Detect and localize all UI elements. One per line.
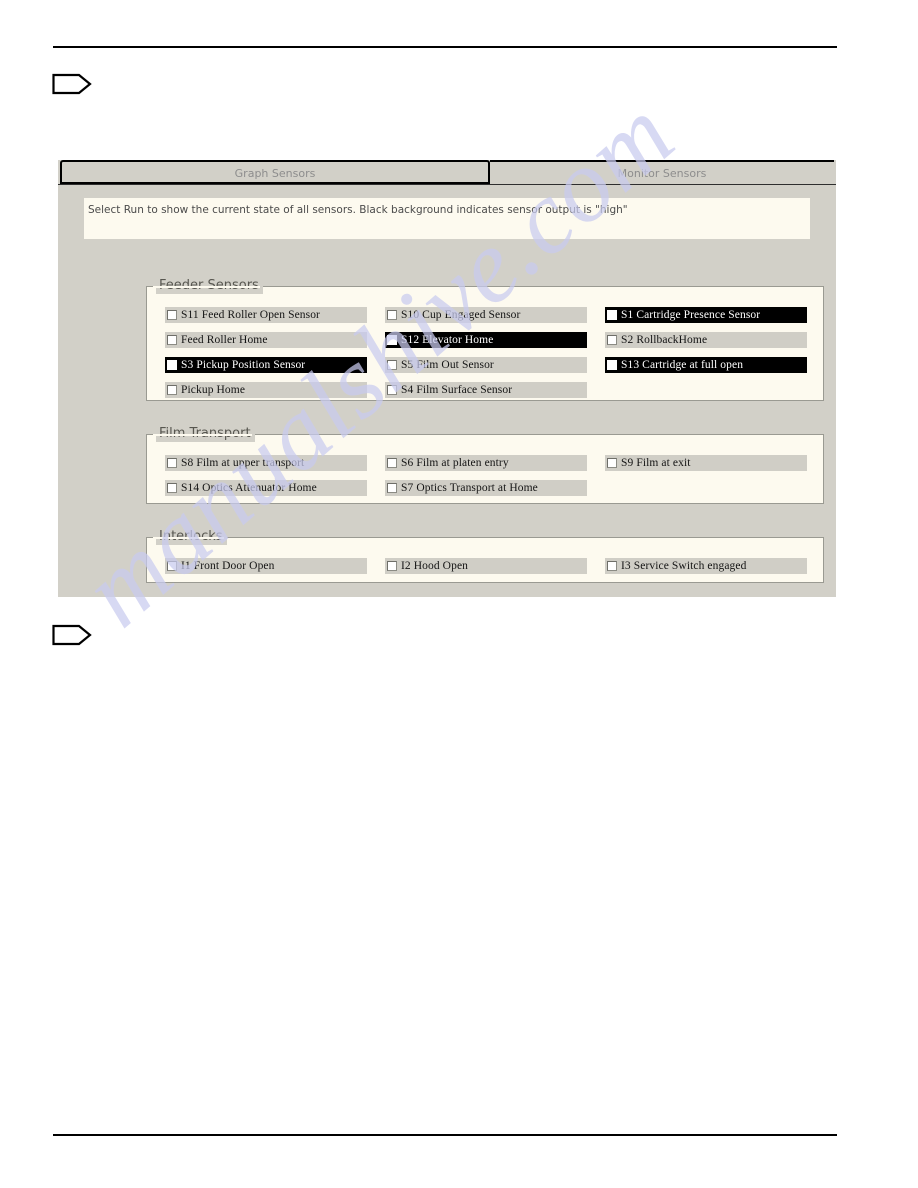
checkbox-icon[interactable]: [387, 385, 397, 395]
tab-graph-sensors[interactable]: Graph Sensors: [60, 160, 490, 184]
sensor-label: S2 RollbackHome: [621, 334, 708, 346]
checkbox-icon[interactable]: [167, 385, 177, 395]
callout-arrow-top: [52, 73, 92, 95]
page-rule-top: [53, 46, 837, 48]
sensor-row[interactable]: S2 RollbackHome: [605, 332, 807, 348]
sensor-row[interactable]: S1 Cartridge Presence Sensor: [605, 307, 807, 323]
sensor-label: S8 Film at upper transport: [181, 457, 305, 469]
sensor-label: Pickup Home: [181, 384, 246, 396]
checkbox-icon[interactable]: [387, 458, 397, 468]
sensor-label: Feed Roller Home: [181, 334, 268, 346]
sensor-row[interactable]: S8 Film at upper transport: [165, 455, 367, 471]
page-rule-bottom: [53, 1134, 837, 1136]
sensor-label: S7 Optics Transport at Home: [401, 482, 538, 494]
sensor-label: S1 Cartridge Presence Sensor: [621, 309, 761, 321]
checkbox-icon[interactable]: [607, 561, 617, 571]
checkbox-icon[interactable]: [387, 360, 397, 370]
group-interlocks: Interlocks I1 Front Door OpenI2 Hood Ope…: [146, 529, 824, 583]
group-legend-mask: [153, 537, 224, 539]
sensor-row[interactable]: I2 Hood Open: [385, 558, 587, 574]
sensor-label: S12 Elevator Home: [401, 334, 494, 346]
tab-strip: Graph Sensors Monitor Sensors: [58, 160, 836, 184]
checkbox-icon[interactable]: [167, 335, 177, 345]
sensor-label: S11 Feed Roller Open Sensor: [181, 309, 320, 321]
group-feeder-sensors: Feeder Sensors S11 Feed Roller Open Sens…: [146, 278, 824, 401]
sensor-row[interactable]: S13 Cartridge at full open: [605, 357, 807, 373]
dialog-body: Select Run to show the current state of …: [58, 184, 836, 597]
sensor-label: S3 Pickup Position Sensor: [181, 359, 306, 371]
checkbox-icon[interactable]: [387, 310, 397, 320]
checkbox-icon[interactable]: [607, 458, 617, 468]
sensor-label: S6 Film at platen entry: [401, 457, 509, 469]
checkbox-icon[interactable]: [167, 310, 177, 320]
sensor-row[interactable]: S3 Pickup Position Sensor: [165, 357, 367, 373]
checkbox-icon[interactable]: [167, 360, 177, 370]
sensor-row[interactable]: S9 Film at exit: [605, 455, 807, 471]
tab-monitor-sensors[interactable]: Monitor Sensors: [490, 160, 834, 184]
checkbox-icon[interactable]: [387, 335, 397, 345]
tab-monitor-sensors-label: Monitor Sensors: [617, 167, 707, 180]
checkbox-icon[interactable]: [387, 483, 397, 493]
sensor-label: S10 Cup Engaged Sensor: [401, 309, 521, 321]
checkbox-icon[interactable]: [167, 483, 177, 493]
checkbox-icon[interactable]: [167, 561, 177, 571]
sensor-row[interactable]: Pickup Home: [165, 382, 367, 398]
sensor-row[interactable]: S4 Film Surface Sensor: [385, 382, 587, 398]
sensor-row[interactable]: S12 Elevator Home: [385, 332, 587, 348]
sensor-label: S9 Film at exit: [621, 457, 691, 469]
sensor-row[interactable]: S5 Film Out Sensor: [385, 357, 587, 373]
group-legend-mask: [153, 286, 260, 288]
sensor-label: S4 Film Surface Sensor: [401, 384, 513, 396]
checkbox-icon[interactable]: [607, 310, 617, 320]
checkbox-icon[interactable]: [387, 561, 397, 571]
checkbox-icon[interactable]: [607, 360, 617, 370]
sensor-row[interactable]: S6 Film at platen entry: [385, 455, 587, 471]
checkbox-icon[interactable]: [167, 458, 177, 468]
instruction-text: Select Run to show the current state of …: [84, 198, 810, 239]
sensor-label: S5 Film Out Sensor: [401, 359, 494, 371]
monitor-sensors-dialog: Graph Sensors Monitor Sensors Select Run…: [58, 160, 836, 597]
group-film-transport: Film Transport S8 Film at upper transpor…: [146, 426, 824, 504]
sensor-row[interactable]: Feed Roller Home: [165, 332, 367, 348]
sensor-label: S13 Cartridge at full open: [621, 359, 744, 371]
callout-arrow-bottom: [52, 624, 92, 646]
sensor-row[interactable]: S14 Optics Attenuator Home: [165, 480, 367, 496]
group-legend-mask: [153, 434, 252, 436]
sensor-label: S14 Optics Attenuator Home: [181, 482, 317, 494]
sensor-row[interactable]: S7 Optics Transport at Home: [385, 480, 587, 496]
tab-graph-sensors-label: Graph Sensors: [234, 167, 316, 180]
sensor-row[interactable]: S11 Feed Roller Open Sensor: [165, 307, 367, 323]
sensor-row[interactable]: S10 Cup Engaged Sensor: [385, 307, 587, 323]
sensor-label: I2 Hood Open: [401, 560, 468, 572]
sensor-label: I3 Service Switch engaged: [621, 560, 747, 572]
sensor-label: I1 Front Door Open: [181, 560, 275, 572]
sensor-row[interactable]: I3 Service Switch engaged: [605, 558, 807, 574]
sensor-row[interactable]: I1 Front Door Open: [165, 558, 367, 574]
checkbox-icon[interactable]: [607, 335, 617, 345]
